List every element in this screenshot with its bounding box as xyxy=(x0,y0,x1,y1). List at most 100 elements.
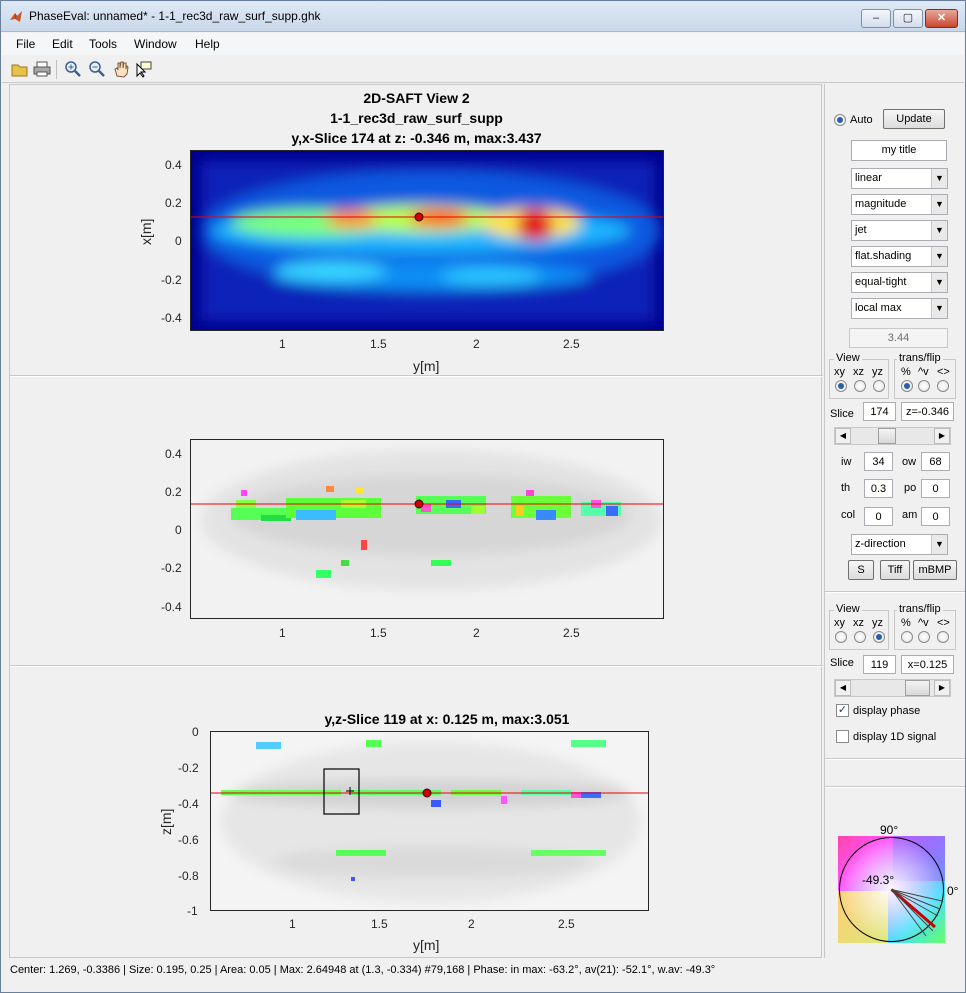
view-yz-radio[interactable] xyxy=(873,631,885,643)
matlab-icon xyxy=(10,11,22,22)
zoom-out-icon[interactable] xyxy=(88,60,106,78)
scale-select-value: linear xyxy=(855,172,882,184)
am-label: am xyxy=(902,509,918,521)
menu-help[interactable]: Help xyxy=(195,37,220,51)
iw-input[interactable]: 34 xyxy=(864,452,893,471)
po-input[interactable]: 0 xyxy=(921,479,950,498)
plot2-ytick: -0.4 xyxy=(161,600,182,614)
view-xz-radio[interactable] xyxy=(854,631,866,643)
view-yz-radio[interactable] xyxy=(873,380,885,392)
slice-input[interactable]: 119 xyxy=(863,655,896,674)
slider-right-arrow-icon[interactable]: ▶ xyxy=(934,428,950,444)
direction-select[interactable]: z-direction ▼ xyxy=(851,534,948,555)
display-phase-label: display phase xyxy=(853,705,921,717)
plot1-axes[interactable] xyxy=(190,150,664,331)
flip-percent-label: % xyxy=(901,366,911,378)
dropdown-arrow-icon: ▼ xyxy=(931,221,947,240)
update-button[interactable]: Update xyxy=(883,109,945,129)
print-icon[interactable] xyxy=(33,60,51,78)
title-input[interactable]: my title xyxy=(851,140,947,161)
app-window: PhaseEval: unnamed* - 1-1_rec3d_raw_surf… xyxy=(0,0,966,993)
slider-thumb[interactable] xyxy=(905,680,930,696)
slider-thumb[interactable] xyxy=(878,428,896,444)
status-bar: Center: 1.269, -0.3386 | Size: 0.195, 0.… xyxy=(2,959,964,981)
plot1-heatmap xyxy=(191,151,663,330)
phase-wheel-graphic xyxy=(838,836,945,943)
aspect-select[interactable]: equal-tight ▼ xyxy=(851,272,948,293)
am-input[interactable]: 0 xyxy=(921,507,950,526)
s-button[interactable]: S xyxy=(848,560,874,580)
slider-left-arrow-icon[interactable]: ◀ xyxy=(835,428,851,444)
phase-wheel-top-label: 90° xyxy=(880,823,899,837)
flip-leftright-radio[interactable] xyxy=(937,380,949,392)
plot1-xlabel: y[m] xyxy=(413,358,440,374)
flip-leftright-label: <> xyxy=(937,366,950,378)
plot3-xtick: 2 xyxy=(468,917,475,931)
ow-input[interactable]: 68 xyxy=(921,452,950,471)
view-xz-radio[interactable] xyxy=(854,380,866,392)
slider-right-arrow-icon[interactable]: ▶ xyxy=(934,680,950,696)
display-phase-checkbox[interactable]: ✓ xyxy=(836,704,849,717)
mbmp-button[interactable]: mBMP xyxy=(913,560,957,580)
view-xy-label: xy xyxy=(834,617,845,629)
scale-select[interactable]: linear ▼ xyxy=(851,168,948,189)
display-1d-checkbox[interactable] xyxy=(836,730,849,743)
close-button[interactable]: ✕ xyxy=(925,9,958,28)
slice-slider[interactable]: ◀ ▶ xyxy=(834,679,951,697)
flip-percent-radio[interactable] xyxy=(901,631,913,643)
plot2-axes[interactable] xyxy=(190,439,664,619)
auto-radio[interactable] xyxy=(834,114,846,126)
menu-edit[interactable]: Edit xyxy=(52,37,73,51)
slice-slider[interactable]: ◀ ▶ xyxy=(834,427,951,445)
flip-leftright-label: <> xyxy=(937,617,950,629)
plot1-xtick: 2 xyxy=(473,337,480,351)
shading-select[interactable]: flat.shading ▼ xyxy=(851,246,948,267)
flip-updown-radio[interactable] xyxy=(918,631,930,643)
data-cursor-icon[interactable] xyxy=(135,60,153,78)
max-mode-select[interactable]: local max ▼ xyxy=(851,298,948,319)
colormap-select-value: jet xyxy=(855,224,867,236)
colormap-select[interactable]: jet ▼ xyxy=(851,220,948,241)
slice-position-input[interactable]: z=-0.346 xyxy=(901,402,954,421)
minimize-button[interactable]: – xyxy=(861,9,891,28)
menu-file[interactable]: File xyxy=(16,37,35,51)
plot1-title-line1: 2D-SAFT View 2 xyxy=(363,90,470,106)
plot1-ylabel: x[m] xyxy=(138,218,154,245)
zoom-in-icon[interactable] xyxy=(64,60,82,78)
th-input[interactable]: 0.3 xyxy=(864,479,893,498)
plot3-axes[interactable] xyxy=(210,731,649,911)
maximize-button[interactable]: ▢ xyxy=(893,9,923,28)
view-yz-label: yz xyxy=(872,366,883,378)
flip-group-title: trans/flip xyxy=(897,352,943,364)
direction-select-value: z-direction xyxy=(855,538,906,550)
control-separator xyxy=(825,786,965,788)
view-group-title: View xyxy=(834,603,862,615)
view-xz-label: xz xyxy=(853,617,864,629)
slider-left-arrow-icon[interactable]: ◀ xyxy=(835,680,851,696)
dropdown-arrow-icon: ▼ xyxy=(931,169,947,188)
flip-updown-radio[interactable] xyxy=(918,380,930,392)
plot2-xtick: 1.5 xyxy=(370,626,387,640)
open-icon[interactable] xyxy=(11,60,29,78)
view-xy-radio[interactable] xyxy=(835,380,847,392)
view-yz-label: yz xyxy=(872,617,883,629)
col-input[interactable]: 0 xyxy=(864,507,893,526)
menu-window[interactable]: Window xyxy=(134,37,177,51)
tiff-button[interactable]: Tiff xyxy=(880,560,910,580)
pan-hand-icon[interactable] xyxy=(112,60,130,78)
panel-divider xyxy=(10,375,823,377)
view-group-1 xyxy=(829,359,889,399)
slice-position-input[interactable]: x=0.125 xyxy=(901,655,954,674)
plot3-ytick: -0.2 xyxy=(178,761,199,775)
shading-select-value: flat.shading xyxy=(855,250,912,262)
view-xy-radio[interactable] xyxy=(835,631,847,643)
mode-select[interactable]: magnitude ▼ xyxy=(851,194,948,215)
menu-tools[interactable]: Tools xyxy=(89,37,117,51)
flip-leftright-radio[interactable] xyxy=(937,631,949,643)
slice-input[interactable]: 174 xyxy=(863,402,896,421)
plot3-xtick: 1.5 xyxy=(371,917,388,931)
flip-percent-radio[interactable] xyxy=(901,380,913,392)
slice-label: Slice xyxy=(830,408,854,420)
mode-select-value: magnitude xyxy=(855,198,907,210)
window-title: PhaseEval: unnamed* - 1-1_rec3d_raw_surf… xyxy=(29,9,321,23)
